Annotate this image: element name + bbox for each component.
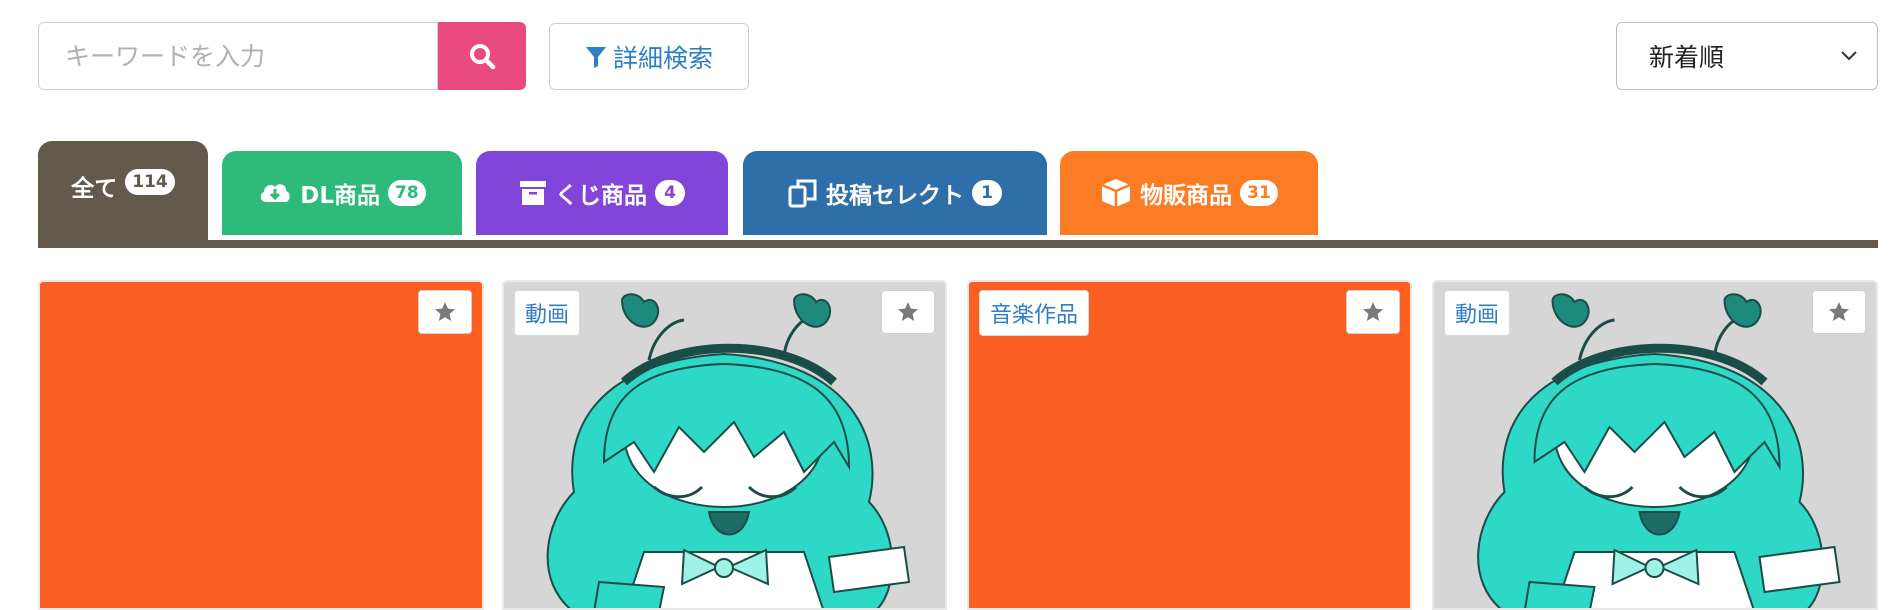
star-icon xyxy=(435,302,455,321)
tab-all-label: 全て xyxy=(71,176,118,202)
search-button[interactable] xyxy=(438,22,526,90)
tab-post-label: 投稿セレクト xyxy=(826,183,964,209)
star-icon xyxy=(898,302,918,321)
product-card[interactable]: 音楽作品 xyxy=(967,280,1412,610)
filter-icon xyxy=(585,46,606,68)
tab-goods-count: 31 xyxy=(1240,180,1278,206)
tab-underline xyxy=(38,240,1878,248)
advanced-search-button[interactable]: 詳細検索 xyxy=(549,23,749,90)
tab-dl-products[interactable]: DL商品 78 xyxy=(222,151,462,235)
search-box xyxy=(38,22,438,90)
sort-selected-value: 新着順 xyxy=(1649,43,1725,72)
tab-post-select[interactable]: 投稿セレクト 1 xyxy=(743,151,1047,235)
product-card[interactable]: 動画 xyxy=(502,280,947,610)
cube-icon xyxy=(1101,179,1131,207)
tab-all[interactable]: 全て 114 xyxy=(38,141,208,248)
tab-kuji-products[interactable]: くじ商品 4 xyxy=(476,151,728,235)
favorite-button[interactable] xyxy=(418,290,472,334)
favorite-button[interactable] xyxy=(1346,290,1400,334)
star-icon xyxy=(1829,302,1849,321)
category-label: 動画 xyxy=(514,290,581,336)
chevron-down-icon xyxy=(1841,51,1857,61)
favorite-button[interactable] xyxy=(1812,290,1866,334)
tab-physical-goods[interactable]: 物販商品 31 xyxy=(1060,151,1318,235)
archive-box-icon xyxy=(520,181,546,205)
category-label: 動画 xyxy=(1444,290,1511,336)
star-icon xyxy=(1363,302,1383,321)
advanced-search-label: 詳細検索 xyxy=(612,43,713,73)
product-card[interactable] xyxy=(38,280,484,610)
category-label: 音楽作品 xyxy=(979,290,1090,336)
tab-kuji-label: くじ商品 xyxy=(555,183,647,209)
cloud-download-icon xyxy=(261,184,290,202)
product-card[interactable]: 動画 xyxy=(1432,280,1878,610)
search-icon xyxy=(470,44,496,70)
tab-dl-label: DL商品 xyxy=(300,183,381,209)
favorite-button[interactable] xyxy=(881,290,935,334)
tab-goods-label: 物販商品 xyxy=(1140,183,1233,209)
copy-icon xyxy=(788,179,817,208)
tab-dl-count: 78 xyxy=(388,180,426,206)
tab-kuji-count: 4 xyxy=(655,180,685,206)
tab-all-count: 114 xyxy=(125,169,175,195)
sort-select[interactable]: 新着順 xyxy=(1616,22,1878,90)
tab-post-count: 1 xyxy=(972,180,1002,206)
search-input[interactable] xyxy=(63,40,427,72)
